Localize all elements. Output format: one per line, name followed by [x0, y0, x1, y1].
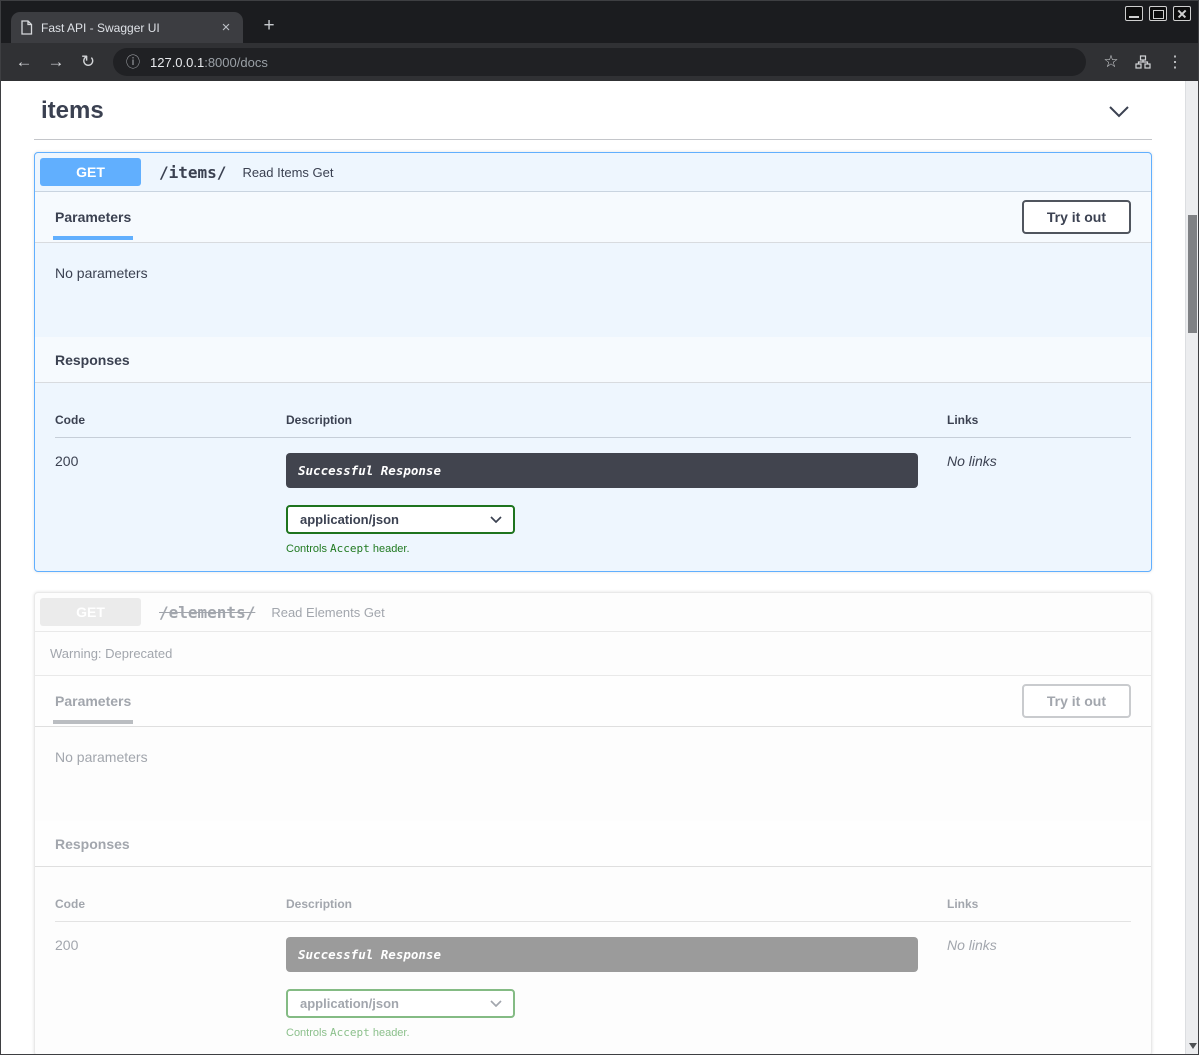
status-code: 200: [55, 453, 286, 469]
tab-title: Fast API - Swagger UI: [41, 21, 210, 35]
maximize-button[interactable]: [1149, 6, 1167, 21]
try-it-out-button[interactable]: Try it out: [1022, 200, 1131, 234]
description-column-header: Description: [286, 897, 947, 911]
accept-header-note: Controls Accept header.: [286, 1026, 947, 1039]
parameters-header: Parameters Try it out: [35, 192, 1151, 243]
chevron-down-icon[interactable]: [1108, 105, 1130, 118]
tag-section-items[interactable]: items: [34, 91, 1152, 140]
page-favicon-icon: [20, 20, 33, 35]
responses-header: Responses: [35, 821, 1151, 867]
page-scrollbar[interactable]: [1185, 81, 1198, 1054]
code-column-header: Code: [55, 413, 286, 427]
scroll-down-arrow-icon[interactable]: [1186, 1040, 1198, 1052]
opblock-get-items: GET /items/ Read Items Get Parameters Tr…: [34, 152, 1152, 572]
status-code: 200: [55, 937, 286, 953]
op-summary-text: Read Elements Get: [267, 605, 384, 620]
close-button[interactable]: [1173, 6, 1191, 21]
section-title: items: [41, 97, 104, 125]
accept-header-note: Controls Accept header.: [286, 542, 947, 555]
deprecated-warning: Warning: Deprecated: [35, 632, 1151, 676]
responses-body: Code Description Links 200 Successful Re…: [35, 867, 1151, 1054]
new-tab-button[interactable]: +: [257, 15, 281, 37]
responses-body: Code Description Links 200 Successful Re…: [35, 383, 1151, 571]
links-column-header: Links: [947, 413, 1131, 427]
responses-table-header: Code Description Links: [55, 897, 1131, 922]
reload-icon[interactable]: ↻: [73, 47, 103, 77]
forward-icon[interactable]: →: [41, 47, 71, 77]
parameters-body: No parameters: [35, 727, 1151, 821]
method-badge: GET: [40, 158, 141, 186]
select-chevron-icon: [490, 1000, 502, 1007]
links-value: No links: [947, 937, 1131, 953]
url-text: 127.0.0.1:8000/docs: [150, 55, 268, 70]
op-summary-text: Read Items Get: [238, 165, 333, 180]
no-parameters-text: No parameters: [55, 749, 148, 765]
browser-tab[interactable]: Fast API - Swagger UI ×: [11, 12, 243, 43]
method-badge: GET: [40, 598, 141, 626]
responses-label: Responses: [55, 836, 130, 852]
op-path: /items/: [143, 163, 236, 182]
opblock-summary[interactable]: GET /items/ Read Items Get: [35, 153, 1151, 192]
opblock-get-elements-deprecated: GET /elements/ Read Elements Get Warning…: [34, 592, 1152, 1054]
tab-strip: Fast API - Swagger UI × +: [1, 1, 1198, 43]
no-parameters-text: No parameters: [55, 265, 148, 281]
links-value: No links: [947, 453, 1131, 469]
tab-parameters[interactable]: Parameters: [55, 209, 131, 225]
network-tree-icon[interactable]: [1128, 47, 1158, 77]
media-type-select[interactable]: application/json: [286, 505, 515, 534]
responses-label: Responses: [55, 352, 130, 368]
minimize-button[interactable]: [1125, 6, 1143, 21]
browser-window: Fast API - Swagger UI × + ← → ↻ ⓘ 127.0.…: [0, 0, 1199, 1055]
op-path: /elements/: [143, 603, 265, 622]
tab-close-icon[interactable]: ×: [218, 20, 234, 36]
browser-toolbar: ← → ↻ ⓘ 127.0.0.1:8000/docs ☆ ⋮: [1, 43, 1198, 81]
window-controls: [1125, 6, 1191, 21]
parameters-header: Parameters Try it out: [35, 676, 1151, 727]
try-it-out-button[interactable]: Try it out: [1022, 684, 1131, 718]
opblock-summary[interactable]: GET /elements/ Read Elements Get: [35, 593, 1151, 632]
tab-parameters[interactable]: Parameters: [55, 693, 131, 709]
page-viewport: items GET /items/ Read Items Get Paramet…: [1, 81, 1198, 1054]
media-type-select[interactable]: application/json: [286, 989, 515, 1018]
response-description: Successful Response: [286, 937, 918, 972]
responses-table-header: Code Description Links: [55, 413, 1131, 438]
site-info-icon[interactable]: ⓘ: [126, 52, 140, 72]
links-column-header: Links: [947, 897, 1131, 911]
response-description-cell: Successful Response application/json Con…: [286, 937, 947, 1039]
response-row: 200 Successful Response application/json…: [55, 922, 1131, 1039]
url-host: 127.0.0.1: [150, 55, 204, 70]
swagger-ui: items GET /items/ Read Items Get Paramet…: [1, 81, 1185, 1054]
response-row: 200 Successful Response application/json…: [55, 438, 1131, 555]
bookmark-star-icon[interactable]: ☆: [1096, 47, 1126, 77]
browser-menu-icon[interactable]: ⋮: [1160, 47, 1190, 77]
description-column-header: Description: [286, 413, 947, 427]
select-chevron-icon: [490, 516, 502, 523]
media-type-value: application/json: [300, 996, 399, 1011]
url-path: :8000/docs: [204, 55, 268, 70]
responses-header: Responses: [35, 337, 1151, 383]
scrollbar-thumb[interactable]: [1188, 215, 1197, 333]
parameters-body: No parameters: [35, 243, 1151, 337]
response-description-cell: Successful Response application/json Con…: [286, 453, 947, 555]
address-bar[interactable]: ⓘ 127.0.0.1:8000/docs: [113, 48, 1086, 76]
back-icon[interactable]: ←: [9, 47, 39, 77]
media-type-value: application/json: [300, 512, 399, 527]
response-description: Successful Response: [286, 453, 918, 488]
code-column-header: Code: [55, 897, 286, 911]
